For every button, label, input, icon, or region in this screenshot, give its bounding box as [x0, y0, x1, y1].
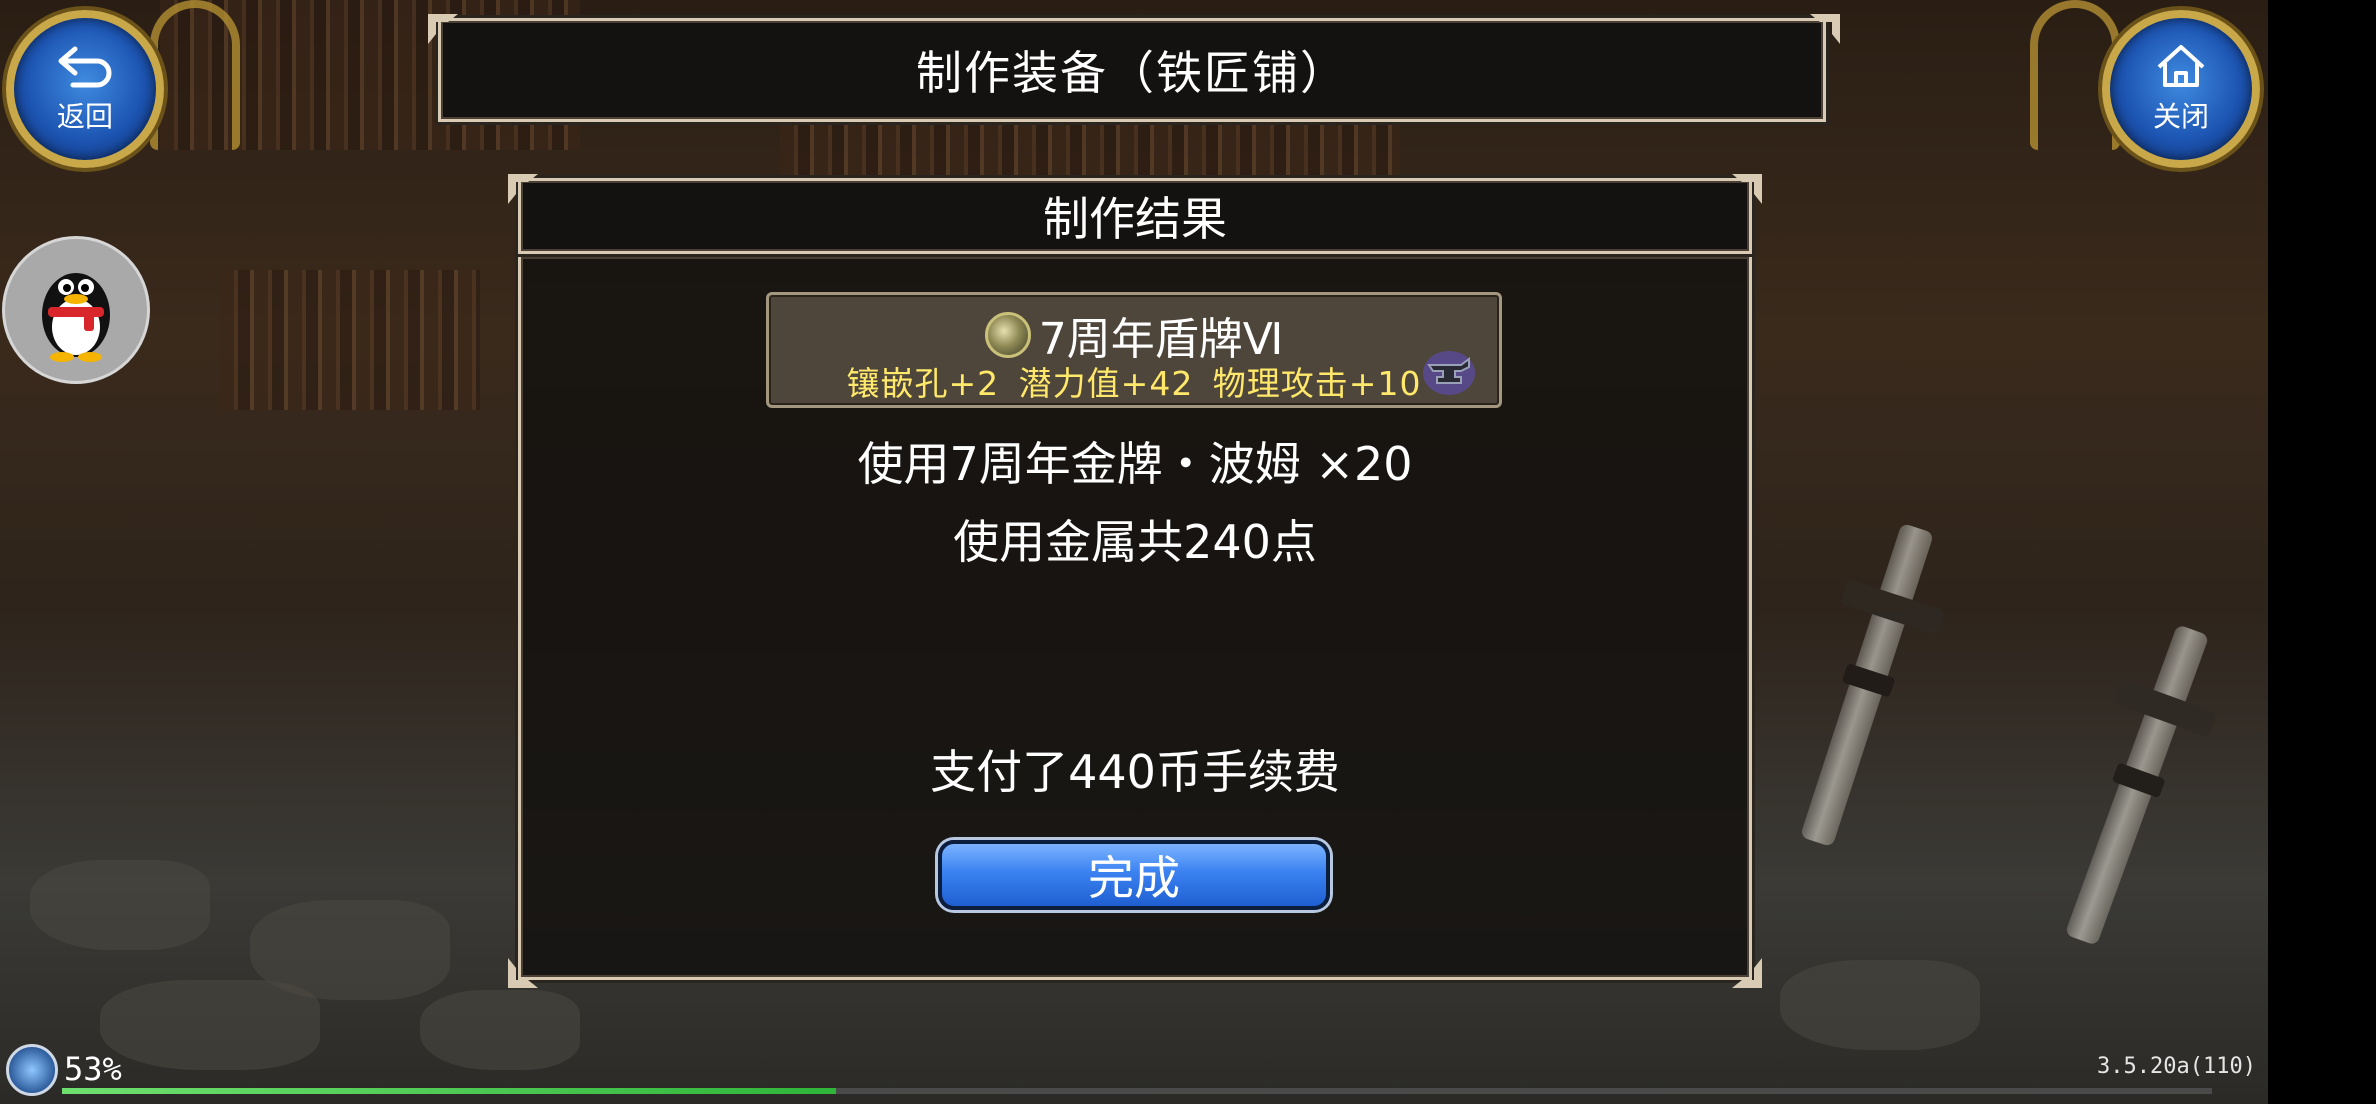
floor-stone: [420, 990, 580, 1070]
home-icon: [2151, 43, 2211, 93]
back-button[interactable]: 返回: [6, 10, 164, 168]
back-button-label: 返回: [56, 100, 113, 133]
bookshelf: [780, 120, 1400, 180]
frame-corner-ornament: [1730, 956, 1764, 990]
gold-ornament: [150, 0, 240, 150]
page-title: 制作装备（铁匠铺）: [916, 46, 1348, 100]
qq-penguin-icon: [28, 253, 124, 367]
metal-used-text: 使用金属共240点: [953, 515, 1317, 569]
floor-stone: [30, 860, 210, 950]
result-panel-title: 制作结果: [1043, 192, 1227, 246]
title-banner: 制作装备（铁匠铺）: [438, 18, 1826, 122]
back-arrow-icon: [55, 43, 115, 93]
wall-sword: [2064, 624, 2210, 946]
frame-corner-ornament: [1808, 12, 1842, 46]
floor-stone: [100, 980, 320, 1070]
bookshelf: [220, 270, 480, 410]
loading-progress-bar: [62, 1088, 2212, 1094]
crafted-item-card[interactable]: 7周年盾牌Ⅵ 镶嵌孔+2 潜力值+42 物理攻击+10: [766, 292, 1502, 408]
loading-progress-fill: [62, 1088, 836, 1094]
close-button-label: 关闭: [2152, 100, 2209, 133]
frame-corner-ornament: [1730, 172, 1764, 206]
material-used-text: 使用7周年金牌・波姆 ×20: [857, 437, 1413, 491]
item-stats: 镶嵌孔+2 潜力值+42 物理攻击+10: [846, 364, 1422, 403]
frame-corner-ornament: [426, 12, 460, 46]
frame-corner-ornament: [506, 172, 540, 206]
anvil-icon: [1421, 347, 1477, 397]
shield-icon: [984, 312, 1031, 358]
screen-edge: [2268, 0, 2376, 1104]
qq-avatar-button[interactable]: [2, 236, 150, 384]
frame-corner-ornament: [506, 956, 540, 990]
floor-stone: [1780, 960, 1980, 1050]
wall-sword: [1799, 522, 1935, 848]
close-button[interactable]: 关闭: [2102, 10, 2260, 168]
version-label: 3.5.20a(110): [2097, 1054, 2256, 1079]
fee-paid-text: 支付了440币手续费: [930, 745, 1340, 799]
done-button[interactable]: 完成: [938, 840, 1330, 910]
battery-percentage: 53%: [64, 1050, 122, 1088]
battery-orb-icon: [6, 1044, 58, 1096]
result-panel-header: 制作结果: [518, 178, 1752, 254]
